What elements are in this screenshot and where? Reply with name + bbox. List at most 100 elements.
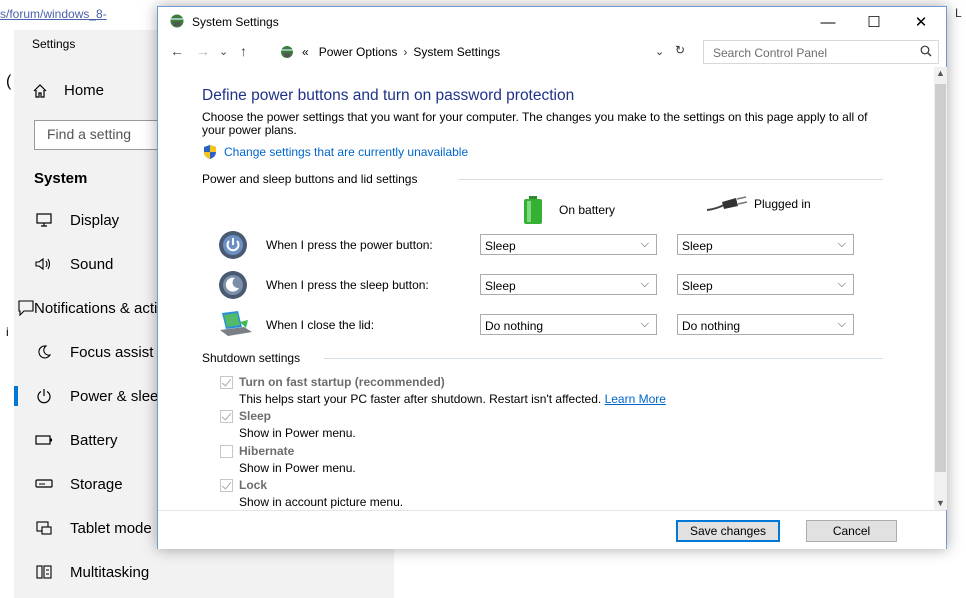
dialog-footer: Save changes Cancel (158, 510, 946, 549)
power-plug-icon (706, 196, 748, 211)
page-heading: Define power buttons and turn on passwor… (202, 87, 575, 104)
address-bar[interactable]: « Power Options › System Settings (278, 41, 698, 63)
nav-item-display[interactable]: Display (14, 198, 174, 242)
close-lid-battery-select[interactable]: Do nothing ⌵ (480, 314, 657, 335)
maximize-button[interactable]: ☐ (851, 7, 897, 37)
power-button-plugged-select[interactable]: Sleep ⌵ (677, 234, 854, 255)
breadcrumb-separator: › (403, 45, 408, 59)
lock-checkbox[interactable] (220, 478, 233, 492)
nav-item-power-sleep[interactable]: Power & sleep (14, 374, 174, 418)
recent-locations-button[interactable]: ⌄ (219, 45, 228, 58)
battery-icon (14, 434, 70, 446)
sleep-button-plugged-select[interactable]: Sleep ⌵ (677, 274, 854, 295)
address-dropdown-button[interactable]: ⌄ (655, 45, 664, 58)
speaker-icon (14, 257, 70, 271)
nav-item-storage[interactable]: Storage (14, 462, 174, 506)
group-divider (324, 358, 883, 359)
fast-startup-description: This helps start your PC faster after sh… (239, 392, 666, 406)
breadcrumb-prefix: « (302, 45, 309, 59)
power-button-label: When I press the power button: (266, 238, 433, 252)
find-setting-input[interactable]: Find a setting (34, 120, 174, 150)
chevron-down-icon: ⌵ (640, 238, 649, 250)
breadcrumb-power-options[interactable]: Power Options (319, 45, 398, 59)
cancel-button[interactable]: Cancel (806, 520, 897, 542)
sleep-button-icon (218, 270, 248, 305)
fast-startup-checkbox-row[interactable]: Turn on fast startup (recommended) (220, 375, 445, 389)
system-settings-window: System Settings — ☐ ✕ ← → ⌄ ↑ « Power Op… (157, 6, 947, 549)
nav-item-notifications[interactable]: Notifications & actions (14, 286, 174, 330)
sleep-checkbox-row[interactable]: Sleep (220, 409, 271, 423)
scroll-down-icon[interactable]: ▼ (936, 498, 945, 508)
vertical-scrollbar[interactable]: ▲ ▼ (934, 67, 947, 510)
nav-item-label: Notifications & actions (34, 299, 174, 317)
window-title: System Settings (192, 15, 279, 29)
search-control-panel-input[interactable]: Search Control Panel (703, 40, 939, 64)
hibernate-checkbox[interactable] (220, 444, 233, 458)
fast-startup-checkbox[interactable] (220, 375, 233, 389)
scroll-up-icon[interactable]: ▲ (936, 68, 945, 78)
up-button[interactable]: ↑ (240, 43, 247, 59)
change-settings-link[interactable]: Change settings that are currently unava… (202, 144, 468, 160)
lock-label: Lock (239, 478, 268, 492)
forward-button[interactable]: → (196, 43, 210, 59)
fast-startup-label: Turn on fast startup (recommended) (239, 375, 445, 389)
power-button-battery-select[interactable]: Sleep ⌵ (480, 234, 657, 255)
home-nav-item[interactable]: Home (32, 82, 104, 99)
content-pane: Define power buttons and turn on passwor… (158, 67, 934, 510)
section-title: System (34, 170, 88, 187)
laptop-lid-icon (218, 310, 254, 343)
title-bar[interactable]: System Settings — ☐ ✕ (158, 7, 946, 37)
power-options-icon (168, 13, 186, 34)
back-button[interactable]: ← (170, 43, 184, 59)
nav-item-label: Tablet mode (70, 519, 152, 537)
select-value: Do nothing (682, 319, 741, 333)
nav-item-label: Sound (70, 255, 114, 273)
nav-item-tablet-mode[interactable]: Tablet mode (14, 506, 174, 550)
sleep-button-battery-select[interactable]: Sleep ⌵ (480, 274, 657, 295)
browser-url-text[interactable]: s/forum/windows_8- (0, 0, 170, 30)
browser-edge-text: L (955, 6, 962, 20)
nav-item-label: Display (70, 211, 120, 229)
breadcrumb-system-settings[interactable]: System Settings (413, 45, 500, 59)
close-lid-plugged-select[interactable]: Do nothing ⌵ (677, 314, 854, 335)
refresh-button[interactable]: ↻ (675, 43, 685, 57)
nav-item-label: Multitasking (70, 563, 150, 581)
hibernate-checkbox-row[interactable]: Hibernate (220, 444, 294, 458)
on-battery-column-header: On battery (521, 195, 615, 225)
power-button-icon (218, 230, 248, 265)
chevron-down-icon: ⌵ (640, 318, 649, 330)
nav-item-focus-assist[interactable]: Focus assist (14, 330, 174, 374)
power-icon (14, 388, 70, 404)
close-lid-label: When I close the lid: (266, 318, 375, 332)
search-placeholder: Search Control Panel (713, 46, 828, 60)
monitor-icon (14, 213, 70, 227)
home-label: Home (64, 82, 105, 99)
background-fragment: ( (6, 73, 12, 90)
sleep-description: Show in Power menu. (239, 426, 356, 440)
shutdown-group-title: Shutdown settings (202, 351, 309, 365)
chevron-down-icon: ⌵ (837, 278, 846, 290)
settings-title: Settings (32, 37, 76, 51)
plugged-in-column-header: Plugged in (706, 195, 811, 213)
learn-more-link[interactable]: Learn More (605, 392, 666, 406)
storage-icon (14, 479, 70, 489)
chevron-down-icon: ⌵ (837, 318, 846, 330)
tablet-icon (14, 521, 70, 535)
close-button[interactable]: ✕ (898, 7, 944, 37)
sleep-label: Sleep (239, 409, 272, 423)
scroll-thumb[interactable] (935, 84, 946, 472)
nav-item-label: Battery (70, 431, 118, 449)
minimize-button[interactable]: — (805, 7, 851, 37)
fast-startup-desc-text: This helps start your PC faster after sh… (239, 392, 602, 406)
nav-item-sound[interactable]: Sound (14, 242, 174, 286)
nav-item-multitasking[interactable]: Multitasking (14, 550, 174, 594)
nav-item-battery[interactable]: Battery (14, 418, 174, 462)
hibernate-label: Hibernate (239, 444, 295, 458)
save-changes-button[interactable]: Save changes (676, 520, 780, 542)
lock-checkbox-row[interactable]: Lock (220, 478, 267, 492)
sleep-button-label: When I press the sleep button: (266, 278, 429, 292)
nav-item-label: Power & sleep (70, 387, 167, 405)
power-buttons-group-title: Power and sleep buttons and lid settings (202, 172, 426, 186)
battery-icon (524, 196, 542, 224)
sleep-checkbox[interactable] (220, 409, 233, 423)
